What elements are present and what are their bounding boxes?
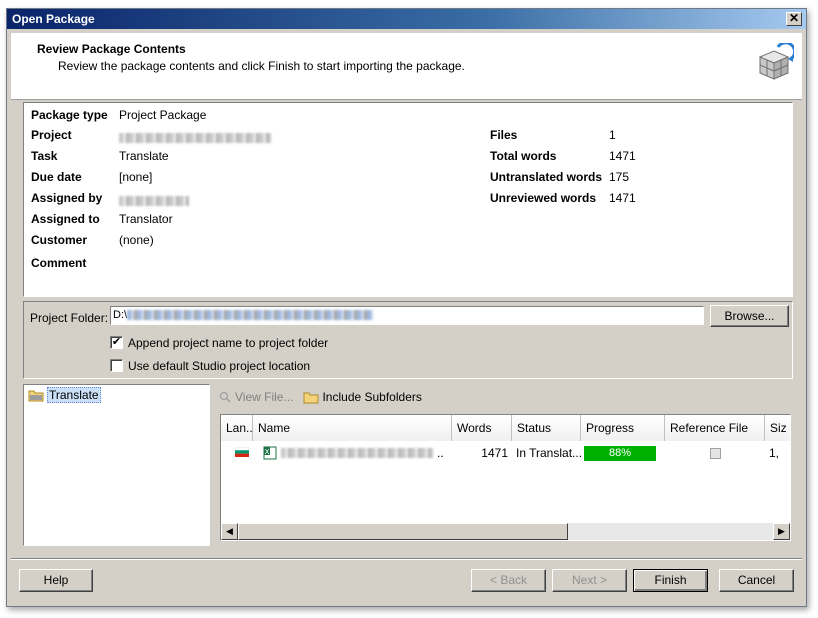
package-info-panel: Package type Project Package Project Tas… xyxy=(23,102,793,297)
use-default-location-label: Use default Studio project location xyxy=(128,359,311,373)
header-subtitle: Review the package contents and click Fi… xyxy=(58,59,465,73)
bulgarian-flag-icon xyxy=(221,446,253,460)
project-value-redacted xyxy=(119,130,271,144)
view-file-button[interactable]: View File... xyxy=(217,390,293,404)
table-row[interactable]: X .. 1471 In Translat... 88% 1, xyxy=(221,444,790,462)
horizontal-scrollbar[interactable]: ◀ ▶ xyxy=(221,523,790,540)
progress-cell: 88% xyxy=(581,445,665,461)
column-header-name[interactable]: Name xyxy=(253,415,452,441)
comment-label: Comment xyxy=(31,256,87,270)
scroll-left-button[interactable]: ◀ xyxy=(221,523,238,540)
folder-icon xyxy=(28,390,44,402)
files-toolbar: View File... Include Subfolders xyxy=(217,387,422,407)
help-button[interactable]: Help xyxy=(19,569,93,592)
close-button[interactable]: ✕ xyxy=(786,12,802,26)
title-bar: Open Package ✕ xyxy=(7,9,806,29)
status-cell: In Translat... xyxy=(516,446,581,460)
column-header-progress[interactable]: Progress xyxy=(581,415,665,441)
include-subfolders-label: Include Subfolders xyxy=(322,390,422,404)
file-name-cell: X .. xyxy=(263,446,444,460)
wizard-header: Review Package Contents Review the packa… xyxy=(11,33,802,100)
finish-button[interactable]: Finish xyxy=(633,569,708,592)
column-header-size[interactable]: Siz xyxy=(765,415,790,441)
due-date-value: [none] xyxy=(119,170,153,184)
total-words-value: 1471 xyxy=(609,149,636,163)
column-header-language[interactable]: Lan... xyxy=(221,415,253,441)
browse-button[interactable]: Browse... xyxy=(710,305,789,327)
due-date-label: Due date xyxy=(31,170,82,184)
assigned-by-label: Assigned by xyxy=(31,191,103,205)
files-value: 1 xyxy=(609,128,616,142)
project-label: Project xyxy=(31,128,72,142)
window-title: Open Package xyxy=(12,12,95,26)
assigned-to-value: Translator xyxy=(119,212,173,226)
view-file-label: View File... xyxy=(235,390,294,404)
progress-bar: 88% xyxy=(584,445,656,461)
untranslated-words-label: Untranslated words xyxy=(490,170,603,184)
tree-item-translate[interactable]: Translate xyxy=(28,387,101,403)
include-subfolders-button[interactable]: Include Subfolders xyxy=(303,390,422,404)
append-project-name-checkbox[interactable]: ✔ xyxy=(110,336,123,349)
footer-divider xyxy=(11,558,802,560)
open-package-dialog: Open Package ✕ Review Package Contents R… xyxy=(6,8,807,607)
column-header-reference-file[interactable]: Reference File xyxy=(665,415,765,441)
append-project-name-label: Append project name to project folder xyxy=(128,336,329,350)
package-box-icon xyxy=(758,43,794,80)
folder-icon xyxy=(303,392,319,403)
magnifier-icon xyxy=(219,391,231,403)
use-default-location-checkbox[interactable] xyxy=(110,359,123,372)
grid-header: Lan... Name Words Status Progress Refere… xyxy=(221,415,790,441)
column-header-words[interactable]: Words xyxy=(452,415,512,441)
files-grid: Lan... Name Words Status Progress Refere… xyxy=(220,414,791,541)
scroll-right-button[interactable]: ▶ xyxy=(773,523,790,540)
tree-item-label: Translate xyxy=(47,387,101,403)
unreviewed-words-label: Unreviewed words xyxy=(490,191,597,205)
back-button[interactable]: < Back xyxy=(471,569,546,592)
package-type-value: Project Package xyxy=(119,108,207,122)
next-button[interactable]: Next > xyxy=(552,569,627,592)
svg-text:X: X xyxy=(265,448,270,456)
assigned-to-label: Assigned to xyxy=(31,212,100,226)
customer-value: (none) xyxy=(119,233,154,247)
task-value: Translate xyxy=(119,149,169,163)
header-title: Review Package Contents xyxy=(37,42,186,56)
files-label: Files xyxy=(490,128,518,142)
cancel-button[interactable]: Cancel xyxy=(719,569,794,592)
reference-file-checkbox[interactable] xyxy=(665,447,765,459)
excel-file-icon: X xyxy=(263,446,277,460)
project-folder-drive: D:\ xyxy=(113,309,128,321)
column-header-status[interactable]: Status xyxy=(512,415,581,441)
total-words-label: Total words xyxy=(490,149,557,163)
size-cell: 1, xyxy=(769,446,780,460)
project-folder-panel: Project Folder: D:\ Browse... ✔ Append p… xyxy=(23,301,793,379)
scroll-thumb[interactable] xyxy=(238,523,568,540)
task-tree: Translate xyxy=(23,384,210,546)
project-folder-label: Project Folder: xyxy=(30,311,109,325)
words-cell: 1471 xyxy=(481,446,508,460)
untranslated-words-value: 175 xyxy=(609,170,630,184)
project-folder-input[interactable]: D:\ xyxy=(110,306,704,325)
package-type-label: Package type xyxy=(31,108,108,122)
unreviewed-words-value: 1471 xyxy=(609,191,636,205)
task-label: Task xyxy=(31,149,58,163)
files-area: View File... Include Subfolders Lan... N… xyxy=(217,384,791,547)
assigned-by-value-redacted xyxy=(119,193,189,207)
customer-label: Customer xyxy=(31,233,88,247)
